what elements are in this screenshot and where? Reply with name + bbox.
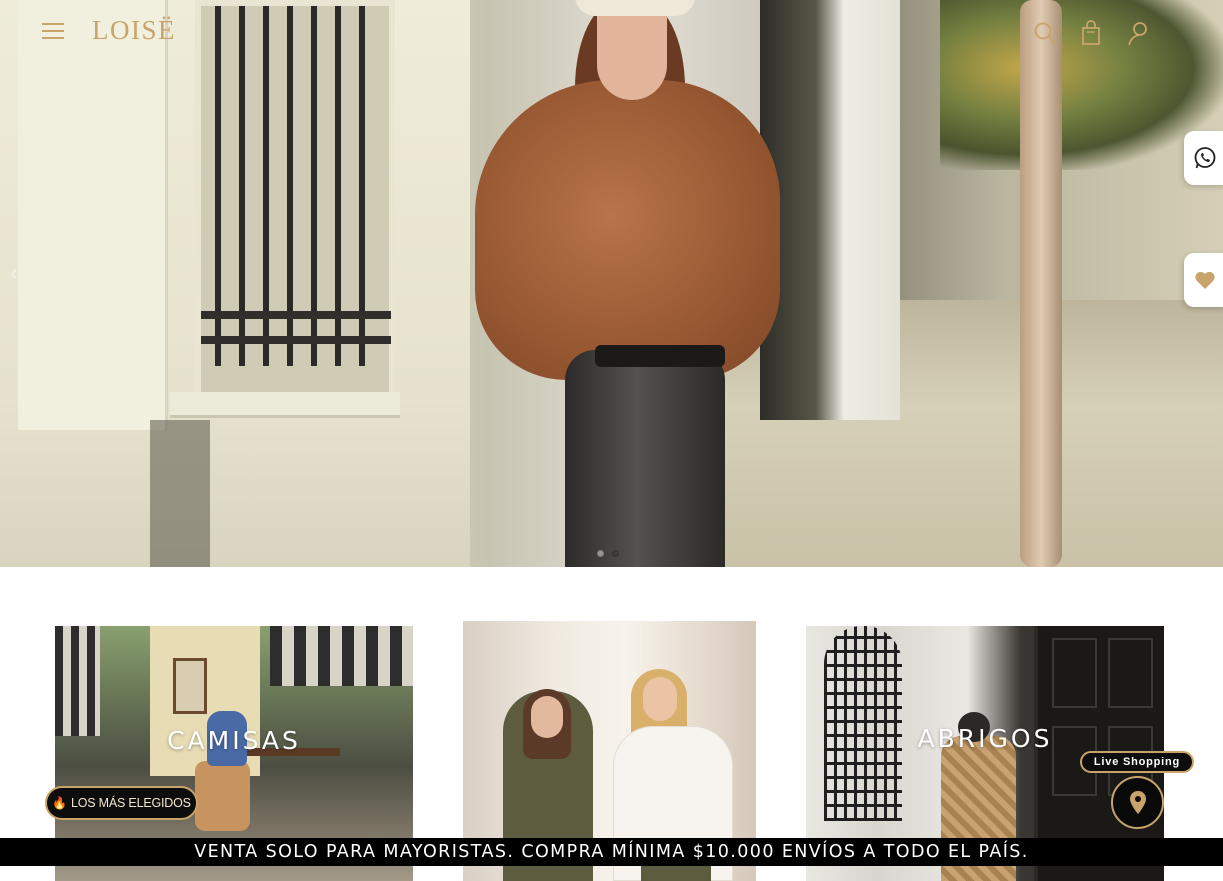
awning (270, 626, 413, 686)
hero-dots (597, 550, 619, 557)
brand-logo[interactable]: LOISË (92, 14, 176, 46)
wall-pilaster (18, 0, 168, 430)
wall-frame (173, 658, 207, 714)
hero-window-sill (170, 392, 400, 418)
flame-icon: 🔥 (52, 796, 67, 810)
mas-elegidos-label: LOS MÁS ELEGIDOS (70, 796, 191, 810)
model-face (643, 677, 677, 721)
favorites-button[interactable] (1184, 253, 1223, 307)
hero-slider[interactable]: ‹ (0, 0, 1223, 567)
model-face (531, 696, 563, 738)
hero-prev-arrow[interactable]: ‹ (10, 262, 17, 284)
category-label: ABRIGOS (917, 724, 1053, 753)
live-shopping-badge[interactable]: Live Shopping (1080, 751, 1194, 773)
hero-tree-trunk (1020, 0, 1062, 567)
search-icon[interactable] (1032, 20, 1058, 46)
category-label: CAMISAS (167, 726, 301, 755)
hero-dot-active[interactable] (612, 550, 619, 557)
heart-icon (1195, 271, 1215, 289)
live-shopping-button[interactable] (1111, 776, 1164, 829)
hero-window-grille (195, 0, 395, 400)
shopping-bag-icon[interactable] (1078, 20, 1104, 46)
hamburger-menu-icon[interactable] (42, 23, 64, 39)
hero-shadow (150, 420, 210, 567)
awning (55, 626, 100, 736)
mas-elegidos-button[interactable]: 🔥 LOS MÁS ELEGIDOS (45, 786, 198, 820)
announcement-bar: VENTA SOLO PARA MAYORISTAS. COMPRA MÍNIM… (0, 838, 1223, 866)
whatsapp-icon (1194, 147, 1216, 169)
whatsapp-button[interactable] (1184, 131, 1223, 185)
page: ‹ LOISË CAMISAS ABRIGOS 🔥 LOS MÁS ELEGID… (0, 0, 1223, 881)
map-pin-icon (1129, 790, 1146, 814)
hero-model (455, 0, 785, 567)
user-icon[interactable] (1126, 20, 1152, 46)
model (195, 761, 250, 831)
hero-dot[interactable] (597, 550, 604, 557)
